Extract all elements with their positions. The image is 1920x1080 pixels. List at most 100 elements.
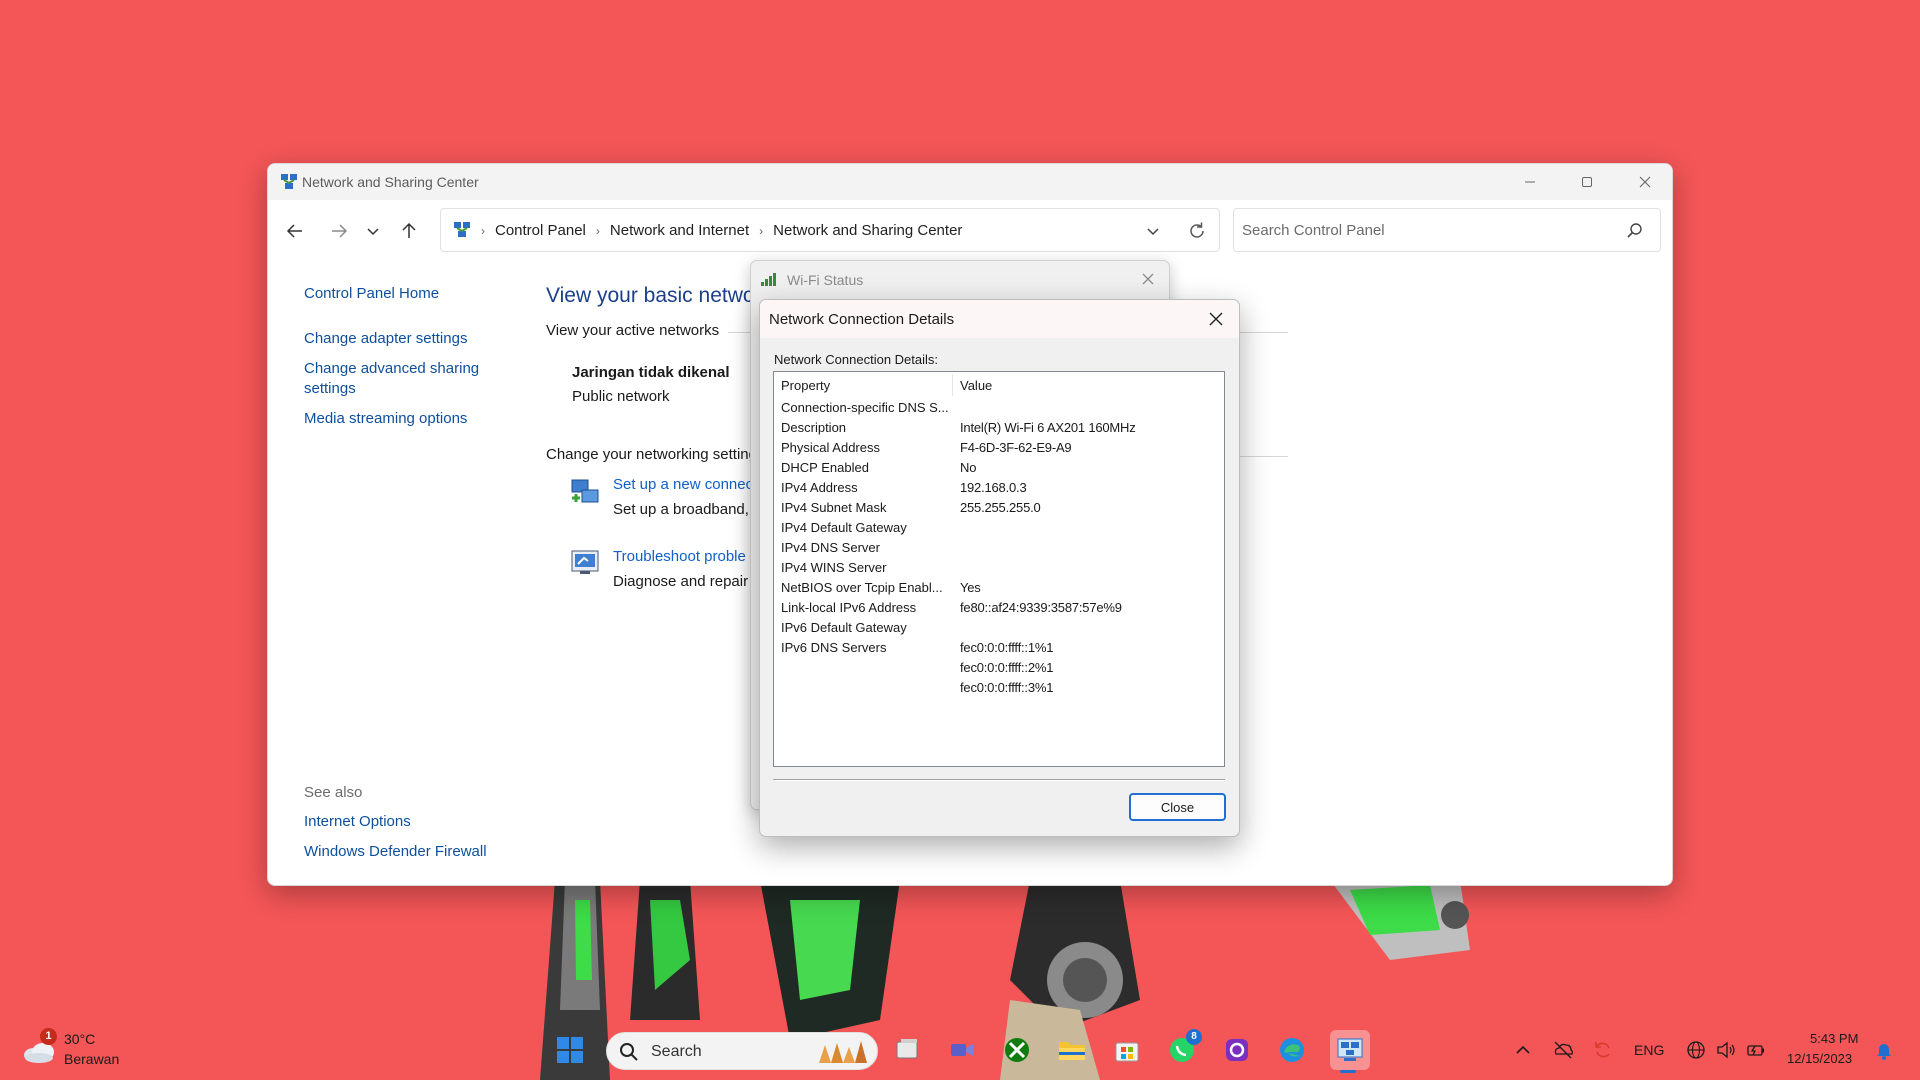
close-icon[interactable] [1139,270,1157,288]
search-input[interactable] [1242,219,1622,241]
clock-time[interactable]: 5:43 PM [1810,1031,1858,1046]
taskbar-edge[interactable] [1275,1033,1309,1067]
table-row[interactable]: IPv4 Default Gateway [774,518,1224,538]
weather-temperature[interactable]: 30°C [64,1031,95,1047]
network-center-app-icon [281,174,297,189]
breadcrumb-separator-icon: › [481,223,485,238]
column-divider[interactable] [952,374,953,396]
taskbar-control-panel[interactable] [1330,1030,1370,1070]
task-description: Diagnose and repair [613,573,749,590]
details-list[interactable]: Property Value Connection-specific DNS S… [773,371,1225,767]
close-button[interactable]: Close [1129,793,1226,821]
table-row[interactable]: IPv4 DNS Server [774,538,1224,558]
control-panel-icon [1337,1038,1363,1061]
recent-locations-button[interactable] [356,215,390,247]
network-globe-icon[interactable] [1685,1039,1707,1061]
property-cell: IPv4 WINS Server [781,560,887,575]
arrow-right-icon [332,224,348,238]
troubleshoot-icon [571,550,599,574]
taskbar-task-view[interactable] [890,1033,924,1067]
task-description: Set up a broadband, [613,501,749,518]
table-row[interactable]: fec0:0:0:ffff::3%1 [774,678,1224,698]
breadcrumb-network-internet[interactable]: Network and Internet [610,222,749,239]
table-row[interactable]: NetBIOS over Tcpip Enabl... Yes [774,578,1224,598]
taskbar-xbox[interactable] [1000,1033,1034,1067]
value-cell: F4-6D-3F-62-E9-A9 [960,440,1072,455]
table-row[interactable]: Description Intel(R) Wi-Fi 6 AX201 160MHz [774,418,1224,438]
network-name: Jaringan tidak dikenal [572,364,730,381]
link-control-panel-home[interactable]: Control Panel Home [304,284,439,304]
table-row[interactable]: IPv4 Subnet Mask 255.255.255.0 [774,498,1224,518]
new-connection-icon [571,479,599,503]
details-label: Network Connection Details: [774,352,939,367]
volume-icon[interactable] [1715,1039,1737,1061]
link-windows-defender-firewall[interactable]: Windows Defender Firewall [304,842,487,862]
column-header-property[interactable]: Property [781,378,830,393]
input-language[interactable]: ENG [1634,1042,1664,1058]
video-chat-icon [951,1044,973,1056]
start-button[interactable] [553,1033,587,1067]
search-control-panel[interactable] [1233,208,1661,252]
taskbar-search[interactable]: Search [606,1032,878,1070]
dialog-title-bar: Network Connection Details [760,300,1239,338]
forward-button[interactable] [322,215,356,247]
column-header-value[interactable]: Value [960,378,992,393]
onedrive-offline-icon[interactable] [1552,1039,1574,1061]
see-also-heading: See also [304,784,363,801]
table-row[interactable]: IPv6 DNS Servers fec0:0:0:ffff::1%1 [774,638,1224,658]
property-cell: IPv4 Address [781,480,858,495]
taskbar-file-explorer[interactable] [1055,1033,1089,1067]
address-dropdown-icon[interactable] [1143,221,1163,241]
notification-bell-icon[interactable] [1873,1039,1895,1061]
clock-date[interactable]: 12/15/2023 [1787,1051,1852,1066]
property-cell: IPv6 DNS Servers [781,640,887,655]
whatsapp-notification-badge: 8 [1186,1029,1202,1045]
property-cell: Link-local IPv6 Address [781,600,917,615]
chevron-up-icon[interactable] [1512,1039,1534,1061]
sync-icon[interactable] [1592,1039,1614,1061]
taskbar-microsoft-store[interactable] [1110,1033,1144,1067]
network-type: Public network [572,388,670,405]
value-cell: No [960,460,977,475]
property-cell: Connection-specific DNS S... [781,400,949,415]
table-row[interactable]: fec0:0:0:ffff::2%1 [774,658,1224,678]
link-media-streaming-options[interactable]: Media streaming options [304,409,467,429]
active-networks-label: View your active networks [546,322,720,339]
link-troubleshoot-problems[interactable]: Troubleshoot proble [613,548,746,565]
table-row[interactable]: IPv4 WINS Server [774,558,1224,578]
battery-charging-icon[interactable] [1745,1039,1767,1061]
close-icon[interactable] [1207,310,1225,328]
xbox-icon [1005,1038,1029,1062]
breadcrumb-network-sharing-center[interactable]: Network and Sharing Center [773,222,962,239]
taskbar-search-label: Search [651,1043,702,1060]
address-bar[interactable]: › Control Panel › Network and Internet ›… [440,208,1220,252]
taskbar-teams[interactable] [945,1033,979,1067]
weather-description[interactable]: Berawan [64,1051,119,1067]
maximize-icon [1582,177,1592,187]
windows-logo-icon [557,1037,583,1063]
table-row[interactable]: IPv6 Default Gateway [774,618,1224,638]
table-row[interactable]: Physical Address F4-6D-3F-62-E9-A9 [774,438,1224,458]
store-icon [1115,1042,1139,1062]
table-row[interactable]: DHCP Enabled No [774,458,1224,478]
table-row[interactable]: IPv4 Address 192.168.0.3 [774,478,1224,498]
link-change-adapter-settings[interactable]: Change adapter settings [304,329,467,349]
refresh-icon[interactable] [1186,220,1208,242]
link-internet-options[interactable]: Internet Options [304,812,411,832]
close-window-button[interactable] [1616,164,1672,200]
link-change-advanced-sharing-settings[interactable]: Change advanced sharing settings [304,359,494,399]
minimize-button[interactable] [1501,164,1559,200]
table-row[interactable]: Link-local IPv6 Address fe80::af24:9339:3… [774,598,1224,618]
search-icon[interactable] [1626,222,1644,240]
breadcrumb: › Control Panel › Network and Internet ›… [481,222,962,239]
breadcrumb-control-panel[interactable]: Control Panel [495,222,586,239]
back-button[interactable] [278,215,312,247]
table-row[interactable]: Connection-specific DNS S... [774,398,1224,418]
edge-browser-icon [1280,1038,1304,1062]
maximize-button[interactable] [1558,164,1616,200]
up-button[interactable] [392,215,426,247]
taskbar-app-purple[interactable] [1220,1033,1254,1067]
link-set-up-new-connection[interactable]: Set up a new connec [613,476,753,493]
property-cell: NetBIOS over Tcpip Enabl... [781,580,943,595]
property-cell: Physical Address [781,440,880,455]
